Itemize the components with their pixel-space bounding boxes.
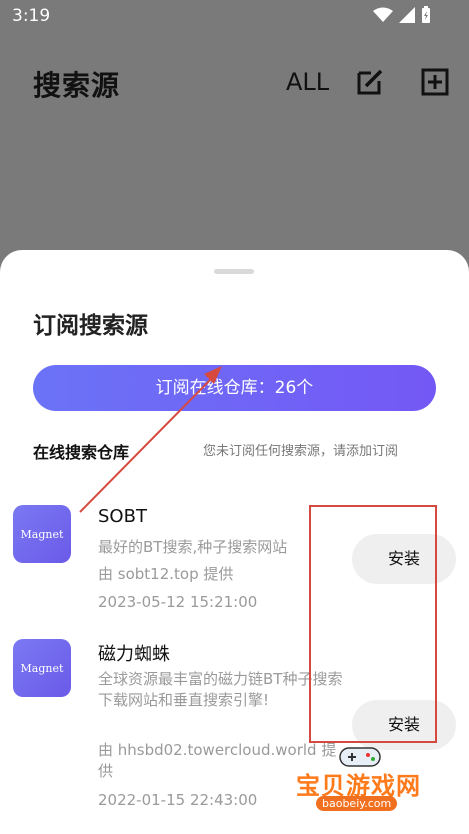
page-title: 搜索源 — [33, 69, 121, 102]
magnet-logo-icon: Magnet — [13, 505, 71, 563]
battery-icon — [421, 6, 431, 24]
sheet-title: 订阅搜索源 — [33, 313, 148, 339]
item-name: 磁力蜘蛛 — [98, 644, 170, 665]
status-icons — [373, 6, 431, 24]
wifi-icon — [373, 7, 393, 23]
signal-icon — [399, 7, 415, 23]
watermark-logo: 宝贝游戏网 baobeiy.com — [286, 742, 446, 822]
status-bar: 3:19 — [0, 0, 469, 34]
status-time: 3:19 — [12, 6, 51, 26]
edit-icon[interactable] — [356, 68, 384, 100]
magnet-logo-icon: Magnet — [13, 639, 71, 697]
watermark-url: baobeiy.com — [316, 796, 398, 811]
subscribe-online-repo-button[interactable]: 订阅在线仓库：26个 — [33, 365, 436, 411]
add-box-icon[interactable] — [421, 68, 449, 100]
section-title: 在线搜索仓库 — [33, 443, 130, 462]
all-button[interactable]: ALL — [286, 68, 329, 96]
app-bar: 搜索源 ALL — [0, 50, 469, 120]
item-name: SOBT — [98, 506, 147, 527]
annotation-highlight-box — [309, 505, 437, 743]
section-hint: 您未订阅任何搜索源，请添加订阅 — [203, 444, 399, 459]
drag-handle[interactable] — [214, 269, 254, 274]
